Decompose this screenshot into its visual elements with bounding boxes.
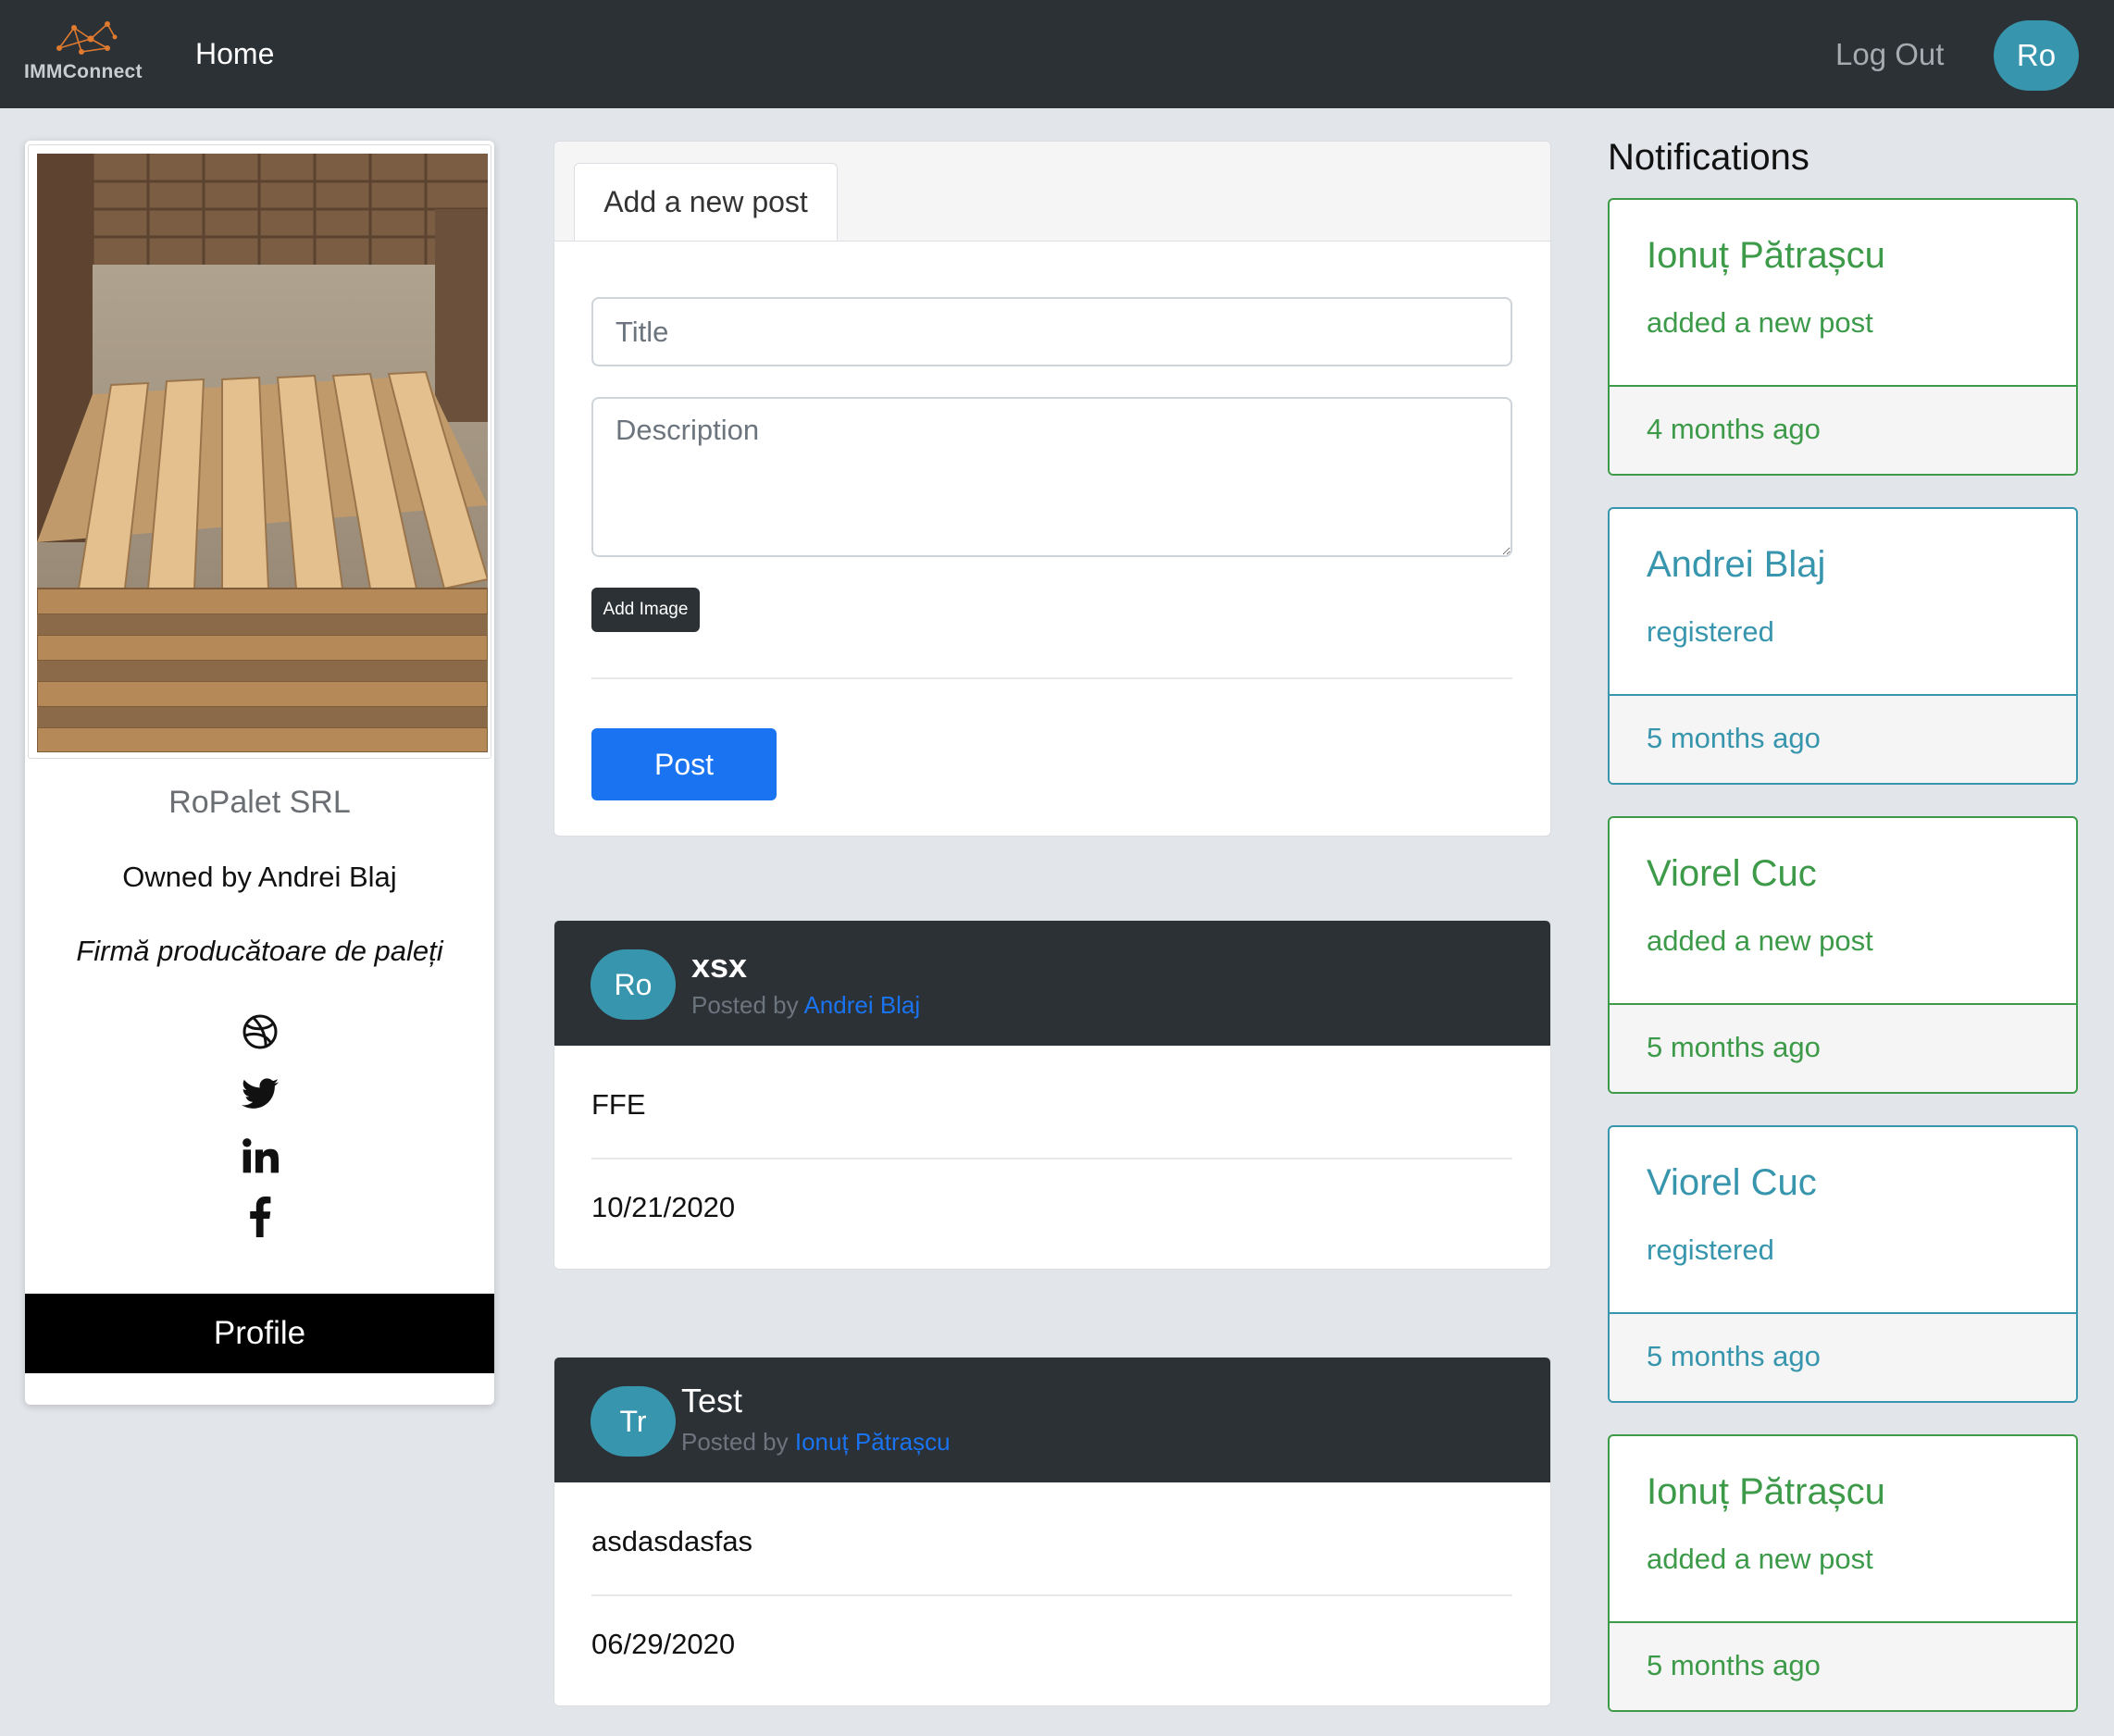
- user-avatar[interactable]: Ro: [1994, 20, 2079, 91]
- notification-card[interactable]: Ionuț Pătrașcu added a new post 5 months…: [1608, 1434, 2078, 1712]
- notification-card[interactable]: Viorel Cuc registered 5 months ago: [1608, 1125, 2078, 1403]
- company-photo: [37, 154, 488, 752]
- notification-user: Viorel Cuc: [1647, 853, 1817, 894]
- notification-time: 5 months ago: [1647, 1031, 1821, 1063]
- company-photo-frame: [28, 144, 491, 759]
- new-post-header: Add a new post: [554, 142, 1550, 242]
- post-author-avatar[interactable]: Ro: [591, 949, 676, 1020]
- feed-post: Ro xsx Posted by Andrei Blaj FFE 10/21/2…: [553, 920, 1551, 1270]
- divider: [591, 1158, 1512, 1159]
- posted-by-label: Posted by: [681, 1428, 789, 1456]
- post-title: xsx: [691, 947, 748, 985]
- post-header: Ro xsx Posted by Andrei Blaj: [554, 921, 1550, 1046]
- post-author-link[interactable]: Ionuț Pătrașcu: [795, 1428, 951, 1456]
- post-author-link[interactable]: Andrei Blaj: [803, 991, 920, 1019]
- notification-time: 5 months ago: [1647, 1649, 1821, 1681]
- notification-footer: 5 months ago: [1610, 1312, 2076, 1401]
- profile-button[interactable]: Profile: [25, 1294, 494, 1373]
- post-submit-button[interactable]: Post: [591, 728, 777, 800]
- company-name: RoPalet SRL: [168, 785, 351, 820]
- brand-logo[interactable]: IMMConnect: [24, 20, 154, 87]
- notification-user: Andrei Blaj: [1647, 544, 1826, 585]
- notifications-heading: Notifications: [1608, 137, 1809, 178]
- feed-post: Tr Test Posted by Ionuț Pătrașcu asdasda…: [553, 1357, 1551, 1706]
- post-header: Tr Test Posted by Ionuț Pătrașcu: [554, 1358, 1550, 1482]
- logo-text: IMMConnect: [24, 61, 143, 82]
- notification-footer: 5 months ago: [1610, 694, 2076, 783]
- nav-home-link[interactable]: Home: [195, 37, 274, 71]
- tab-add-new-post[interactable]: Add a new post: [574, 163, 838, 241]
- divider: [591, 677, 1512, 679]
- notification-card[interactable]: Viorel Cuc added a new post 5 months ago: [1608, 816, 2078, 1094]
- company-tagline: Firmă producătoare de paleți: [76, 935, 443, 967]
- new-post-card: Add a new post Add Image Post: [553, 141, 1551, 837]
- post-body: FFE: [591, 1088, 646, 1121]
- twitter-icon[interactable]: [242, 1075, 279, 1112]
- post-date: 06/29/2020: [591, 1628, 736, 1660]
- dribbble-icon[interactable]: [242, 1013, 279, 1050]
- post-author-avatar[interactable]: Tr: [591, 1386, 676, 1457]
- notification-footer: 4 months ago: [1610, 385, 2076, 474]
- notification-user: Ionuț Pătrașcu: [1647, 235, 1885, 276]
- post-meta: Posted by Andrei Blaj: [691, 991, 920, 1020]
- post-meta: Posted by Ionuț Pătrașcu: [681, 1428, 951, 1457]
- divider: [591, 1594, 1512, 1596]
- post-title: Test: [681, 1382, 743, 1420]
- company-profile-card: RoPalet SRL Owned by Andrei Blaj Firmă p…: [25, 141, 494, 1405]
- notification-user: Viorel Cuc: [1647, 1162, 1817, 1203]
- notification-card[interactable]: Andrei Blaj registered 5 months ago: [1608, 507, 2078, 785]
- notification-action: added a new post: [1647, 924, 1873, 957]
- facebook-icon[interactable]: [242, 1197, 279, 1237]
- notification-action: registered: [1647, 615, 1774, 648]
- notification-user: Ionuț Pătrașcu: [1647, 1471, 1885, 1512]
- post-title-input[interactable]: [591, 297, 1512, 366]
- post-body: asdasdasfas: [591, 1525, 753, 1557]
- linkedin-icon[interactable]: [242, 1137, 279, 1174]
- notification-time: 5 months ago: [1647, 722, 1821, 754]
- notification-time: 5 months ago: [1647, 1340, 1821, 1372]
- post-date: 10/21/2020: [591, 1191, 736, 1223]
- notification-time: 4 months ago: [1647, 413, 1821, 445]
- add-image-button[interactable]: Add Image: [591, 588, 700, 632]
- pallets-image: [37, 154, 488, 752]
- posted-by-label: Posted by: [691, 991, 799, 1019]
- notification-action: added a new post: [1647, 1543, 1873, 1575]
- notification-footer: 5 months ago: [1610, 1621, 2076, 1710]
- top-navbar: IMMConnect Home Log Out Ro: [0, 0, 2114, 108]
- company-owner: Owned by Andrei Blaj: [122, 861, 397, 893]
- network-logo-icon: [56, 21, 118, 55]
- notification-action: added a new post: [1647, 306, 1873, 339]
- notification-footer: 5 months ago: [1610, 1003, 2076, 1092]
- notification-card[interactable]: Ionuț Pătrașcu added a new post 4 months…: [1608, 198, 2078, 476]
- notification-action: registered: [1647, 1234, 1774, 1266]
- logout-link[interactable]: Log Out: [1835, 37, 1944, 72]
- post-description-input[interactable]: [591, 397, 1512, 557]
